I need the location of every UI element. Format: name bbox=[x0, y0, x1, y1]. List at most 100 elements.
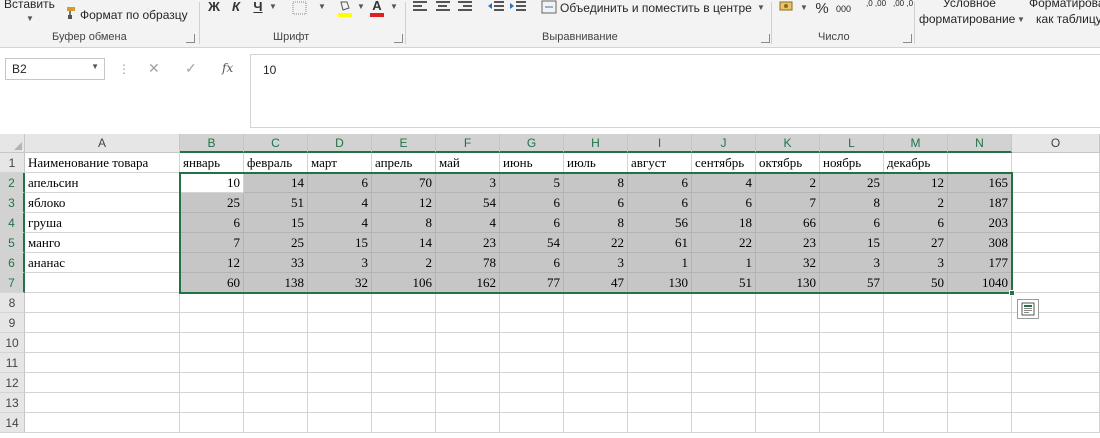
cell-h10[interactable] bbox=[564, 333, 628, 353]
cell-n9[interactable] bbox=[948, 313, 1012, 333]
cell-d13[interactable] bbox=[308, 393, 372, 413]
borders-icon[interactable] bbox=[292, 1, 308, 15]
cell-o10[interactable] bbox=[1012, 333, 1100, 353]
cell-i10[interactable] bbox=[628, 333, 692, 353]
cell-o1[interactable] bbox=[1012, 153, 1100, 173]
decrease-indent-icon[interactable] bbox=[487, 0, 505, 14]
currency-dropdown-icon[interactable]: ▼ bbox=[800, 3, 808, 12]
cell-b9[interactable] bbox=[180, 313, 244, 333]
cell-i8[interactable] bbox=[628, 293, 692, 313]
cell-o3[interactable] bbox=[1012, 193, 1100, 213]
cell-n14[interactable] bbox=[948, 413, 1012, 433]
cell-e8[interactable] bbox=[372, 293, 436, 313]
cell-i14[interactable] bbox=[628, 413, 692, 433]
cell-g3[interactable]: 6 bbox=[500, 193, 564, 213]
cell-a14[interactable] bbox=[25, 413, 180, 433]
cell-e11[interactable] bbox=[372, 353, 436, 373]
cell-m8[interactable] bbox=[884, 293, 948, 313]
cell-f6[interactable]: 78 bbox=[436, 253, 500, 273]
cell-l9[interactable] bbox=[820, 313, 884, 333]
cell-c8[interactable] bbox=[244, 293, 308, 313]
cell-c2[interactable]: 14 bbox=[244, 173, 308, 193]
cell-g10[interactable] bbox=[500, 333, 564, 353]
cell-d9[interactable] bbox=[308, 313, 372, 333]
row-header-13[interactable]: 13 bbox=[0, 393, 25, 413]
cell-a12[interactable] bbox=[25, 373, 180, 393]
cell-a11[interactable] bbox=[25, 353, 180, 373]
cell-c12[interactable] bbox=[244, 373, 308, 393]
cell-j2[interactable]: 4 bbox=[692, 173, 756, 193]
paste-button[interactable]: Вставить bbox=[4, 0, 55, 11]
cell-k4[interactable]: 66 bbox=[756, 213, 820, 233]
cell-o6[interactable] bbox=[1012, 253, 1100, 273]
column-header-l[interactable]: L bbox=[820, 134, 884, 153]
cell-n2[interactable]: 165 bbox=[948, 173, 1012, 193]
cell-h2[interactable]: 8 bbox=[564, 173, 628, 193]
cell-k5[interactable]: 23 bbox=[756, 233, 820, 253]
cell-g9[interactable] bbox=[500, 313, 564, 333]
cell-d10[interactable] bbox=[308, 333, 372, 353]
cell-b12[interactable] bbox=[180, 373, 244, 393]
cell-e4[interactable]: 8 bbox=[372, 213, 436, 233]
cell-e1[interactable]: апрель bbox=[372, 153, 436, 173]
cell-m13[interactable] bbox=[884, 393, 948, 413]
row-header-3[interactable]: 3 bbox=[0, 193, 25, 213]
cell-i4[interactable]: 56 bbox=[628, 213, 692, 233]
cell-j14[interactable] bbox=[692, 413, 756, 433]
column-header-d[interactable]: D bbox=[308, 134, 372, 153]
cell-n7[interactable]: 1040 bbox=[948, 273, 1012, 293]
column-header-n[interactable]: N bbox=[948, 134, 1012, 153]
cell-i9[interactable] bbox=[628, 313, 692, 333]
cell-k6[interactable]: 32 bbox=[756, 253, 820, 273]
number-launcher-icon[interactable] bbox=[903, 34, 912, 43]
cancel-icon[interactable]: ✕ bbox=[148, 60, 160, 77]
decrease-decimal-button[interactable]: ,00 ,0 bbox=[893, 0, 913, 8]
cell-i6[interactable]: 1 bbox=[628, 253, 692, 273]
cell-a2[interactable]: апельсин bbox=[25, 173, 180, 193]
cell-f7[interactable]: 162 bbox=[436, 273, 500, 293]
cell-d2[interactable]: 6 bbox=[308, 173, 372, 193]
cell-o4[interactable] bbox=[1012, 213, 1100, 233]
cell-g2[interactable]: 5 bbox=[500, 173, 564, 193]
cell-b2[interactable]: 10 bbox=[180, 173, 244, 193]
cell-a4[interactable]: груша bbox=[25, 213, 180, 233]
cell-h5[interactable]: 22 bbox=[564, 233, 628, 253]
cell-m4[interactable]: 6 bbox=[884, 213, 948, 233]
align-left-icon[interactable] bbox=[413, 1, 427, 13]
cell-k11[interactable] bbox=[756, 353, 820, 373]
increase-indent-icon[interactable] bbox=[509, 0, 527, 14]
cell-j8[interactable] bbox=[692, 293, 756, 313]
cell-d6[interactable]: 3 bbox=[308, 253, 372, 273]
cell-k3[interactable]: 7 bbox=[756, 193, 820, 213]
cell-h11[interactable] bbox=[564, 353, 628, 373]
cell-i11[interactable] bbox=[628, 353, 692, 373]
cell-o13[interactable] bbox=[1012, 393, 1100, 413]
fill-color-dropdown-icon[interactable]: ▼ bbox=[357, 2, 365, 11]
cell-e9[interactable] bbox=[372, 313, 436, 333]
cell-e13[interactable] bbox=[372, 393, 436, 413]
cell-o11[interactable] bbox=[1012, 353, 1100, 373]
thousands-separator-button[interactable]: 000 bbox=[836, 2, 851, 16]
format-painter-button[interactable]: Формат по образцу bbox=[80, 8, 188, 22]
cell-h4[interactable]: 8 bbox=[564, 213, 628, 233]
column-header-o[interactable]: O bbox=[1012, 134, 1100, 153]
cell-h7[interactable]: 47 bbox=[564, 273, 628, 293]
cell-i5[interactable]: 61 bbox=[628, 233, 692, 253]
cell-c4[interactable]: 15 bbox=[244, 213, 308, 233]
cell-m10[interactable] bbox=[884, 333, 948, 353]
row-header-1[interactable]: 1 bbox=[0, 153, 25, 173]
row-header-10[interactable]: 10 bbox=[0, 333, 25, 353]
cell-b14[interactable] bbox=[180, 413, 244, 433]
cell-g6[interactable]: 6 bbox=[500, 253, 564, 273]
cell-h12[interactable] bbox=[564, 373, 628, 393]
cell-d8[interactable] bbox=[308, 293, 372, 313]
font-color-button[interactable]: А bbox=[370, 0, 384, 14]
cell-m5[interactable]: 27 bbox=[884, 233, 948, 253]
row-header-12[interactable]: 12 bbox=[0, 373, 25, 393]
column-header-k[interactable]: K bbox=[756, 134, 820, 153]
cell-b4[interactable]: 6 bbox=[180, 213, 244, 233]
cell-h1[interactable]: июль bbox=[564, 153, 628, 173]
cell-n3[interactable]: 187 bbox=[948, 193, 1012, 213]
cell-j7[interactable]: 51 bbox=[692, 273, 756, 293]
cell-n4[interactable]: 203 bbox=[948, 213, 1012, 233]
